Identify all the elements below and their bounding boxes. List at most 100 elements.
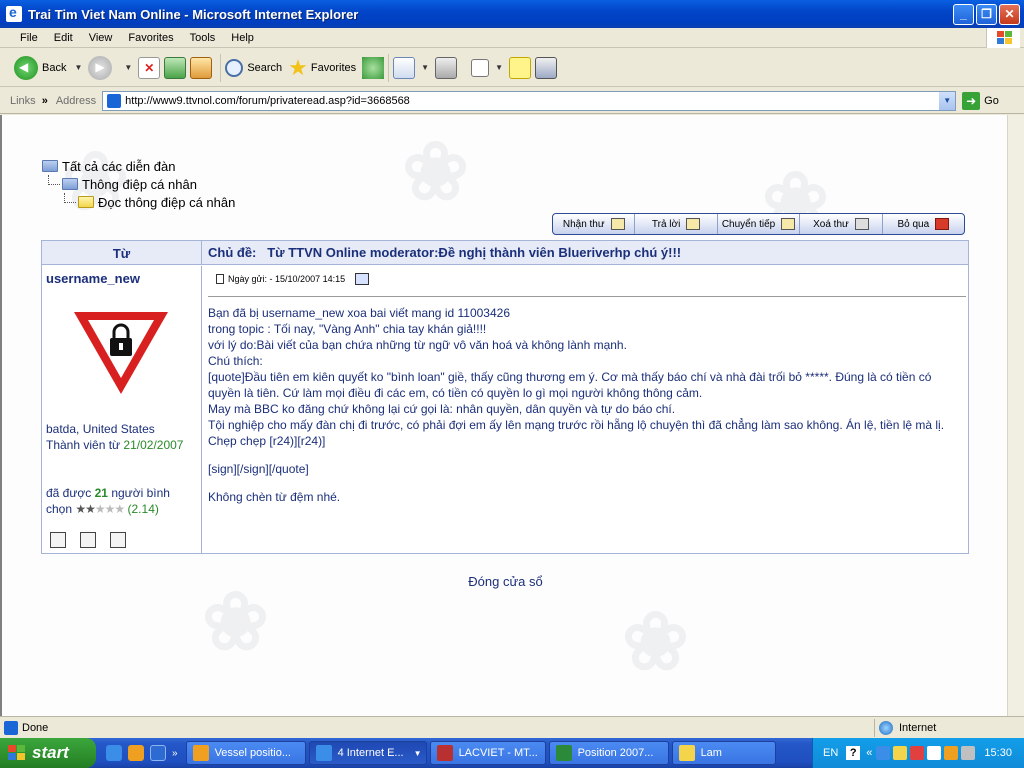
breadcrumb-item-private-messages[interactable]: Thông điệp cá nhân [42, 175, 235, 193]
minimize-button[interactable]: _ [953, 3, 974, 25]
body-line: [quote]Đầu tiên em kiên quyết ko "bình l… [208, 370, 935, 400]
window-title: Trai Tim Viet Nam Online - Microsoft Int… [28, 6, 359, 22]
reply-icon [686, 218, 701, 230]
status-text: Done [22, 721, 49, 734]
skip-button[interactable]: Bỏ qua [883, 214, 964, 234]
breadcrumb-label[interactable]: Tất cả các diễn đàn [62, 159, 175, 174]
print-icon[interactable] [435, 56, 458, 79]
language-indicator[interactable]: EN [823, 747, 838, 759]
tray-app-icon[interactable] [927, 746, 942, 760]
close-window-link[interactable]: Đóng cửa sổ [2, 574, 1007, 589]
rating-stars: ★★★★★ [75, 502, 125, 516]
menu-help[interactable]: Help [223, 32, 262, 44]
body-line: trong topic : Tối nay, "Vàng Anh" chia t… [208, 322, 487, 336]
desktop-quicklaunch-icon[interactable] [150, 745, 166, 761]
tree-line [48, 175, 60, 185]
votes-count: 21 [94, 486, 108, 500]
address-dropdown-icon[interactable]: ▼ [939, 91, 956, 110]
task-group-dropdown-icon: ▼ [413, 748, 422, 758]
go-label: Go [984, 94, 999, 107]
close-button[interactable]: ✕ [999, 3, 1020, 25]
stop-icon[interactable]: ✕ [138, 56, 161, 79]
signature-line: [sign][/sign][/quote] [208, 462, 309, 476]
subject-text: Từ TTVN Online moderator:Đề nghị thành v… [267, 245, 682, 260]
task-app-icon [192, 745, 209, 761]
page-content: ❀ ❀ ❀ ❀ ❀ Tất cả các diễn đàn Thông điệp… [0, 115, 1007, 716]
home-icon[interactable] [190, 56, 213, 79]
quicklaunch-more-icon[interactable]: » [172, 748, 178, 759]
start-label: start [32, 743, 69, 762]
breadcrumb-item-forums[interactable]: Tất cả các diễn đàn [42, 157, 235, 175]
tray-expand-icon[interactable]: « [866, 747, 872, 759]
skip-label: Bỏ qua [897, 218, 930, 230]
menu-favorites[interactable]: Favorites [120, 32, 181, 44]
clock[interactable]: 15:30 [984, 747, 1012, 759]
history-icon[interactable] [362, 56, 385, 79]
maximize-button[interactable]: ❐ [976, 3, 997, 25]
tray-app-icon[interactable] [910, 746, 925, 760]
task-position-excel[interactable]: Position 2007... [548, 741, 669, 765]
menu-edit[interactable]: Edit [46, 32, 81, 44]
vertical-scrollbar[interactable] [1007, 115, 1024, 716]
edit-dropdown-icon[interactable]: ▼ [495, 63, 503, 72]
mail-dropdown-icon[interactable]: ▼ [421, 63, 429, 72]
favorites-button[interactable]: ★ Favorites [288, 55, 356, 81]
menu-tools[interactable]: Tools [182, 32, 224, 44]
notes-icon[interactable] [509, 56, 531, 79]
edit-icon[interactable] [355, 273, 370, 285]
posts-icon[interactable] [80, 532, 96, 548]
tray-app-icon[interactable] [944, 746, 959, 760]
breadcrumb: Tất cả các diễn đàn Thông điệp cá nhân Đ… [42, 157, 235, 211]
forward-button[interactable] [88, 55, 116, 80]
inbox-button[interactable]: Nhận thư [553, 214, 636, 234]
task-label: Position 2007... [577, 747, 654, 759]
sender-username[interactable]: username_new [46, 271, 140, 286]
ie-quicklaunch-icon[interactable] [106, 745, 122, 761]
reply-label: Trả lời [651, 218, 681, 230]
task-lacviet[interactable]: LACVIET - MT... [429, 741, 546, 765]
stars-filled: ★★ [75, 502, 95, 516]
links-chevron-icon[interactable]: » [42, 95, 48, 107]
links-label[interactable]: Links [10, 95, 36, 107]
message-table: Từ Chủ đề: Từ TTVN Online moderator:Đề n… [41, 240, 969, 554]
mail-tray-icon[interactable] [893, 746, 908, 760]
windows-flag-icon [8, 745, 26, 761]
star-icon: ★ [288, 54, 308, 80]
profile-icon[interactable] [50, 532, 66, 548]
menu-view[interactable]: View [81, 32, 121, 44]
sender-panel: username_new batda, United States Thành … [42, 266, 202, 554]
start-button[interactable]: start [0, 738, 96, 768]
body-line: Chú thích: [208, 354, 263, 368]
edit-word-icon[interactable] [471, 58, 490, 77]
network-icon[interactable] [876, 746, 891, 760]
body-line: Bạn đã bị username_new xoa bai viết mang… [208, 306, 510, 320]
app-quicklaunch-icon[interactable] [128, 745, 144, 761]
reply-button[interactable]: Trả lời [635, 214, 718, 234]
forward-label: Chuyển tiếp [721, 218, 776, 230]
address-url[interactable]: http://www9.ttvnol.com/forum/privateread… [125, 95, 939, 107]
homepage-icon[interactable] [110, 532, 126, 548]
refresh-icon[interactable] [164, 56, 187, 79]
back-button[interactable]: Back [14, 55, 66, 80]
tray-app-icon[interactable] [961, 746, 976, 760]
menu-file[interactable]: File [12, 32, 46, 44]
avatar [68, 302, 174, 402]
breadcrumb-label[interactable]: Thông điệp cá nhân [82, 177, 197, 192]
member-since-date: 21/02/2007 [123, 438, 184, 452]
trash-icon [854, 218, 869, 230]
mail-icon[interactable] [393, 56, 416, 79]
address-field[interactable]: http://www9.ttvnol.com/forum/privateread… [102, 90, 957, 111]
help-icon[interactable]: ? [846, 746, 861, 760]
search-button[interactable]: Search [225, 58, 282, 77]
back-dropdown-icon[interactable]: ▼ [74, 63, 82, 72]
research-icon[interactable] [535, 56, 557, 79]
task-internet-explorer[interactable]: 4 Internet E... ▼ [308, 741, 427, 765]
forward-message-button[interactable]: Chuyển tiếp [718, 214, 801, 234]
zone-label: Internet [899, 721, 937, 734]
divider [208, 296, 966, 297]
task-vessel[interactable]: Vessel positio... [185, 741, 306, 765]
go-button[interactable]: ➜ Go [962, 91, 999, 110]
task-lam-folder[interactable]: Lam [671, 741, 776, 765]
delete-message-button[interactable]: Xoá thư [800, 214, 883, 234]
forward-dropdown-icon[interactable]: ▼ [124, 63, 132, 72]
